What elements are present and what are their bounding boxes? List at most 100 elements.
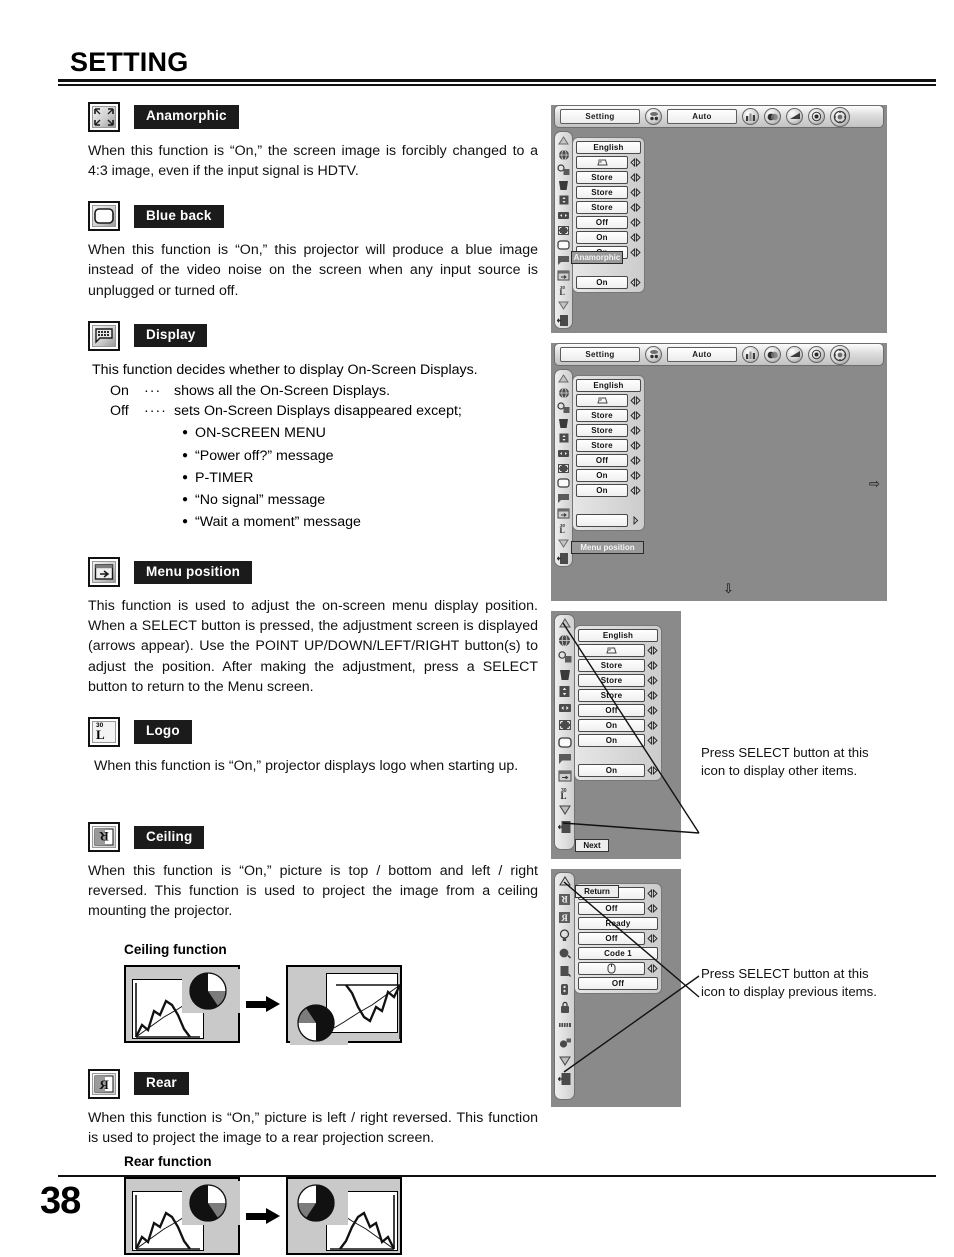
sound-icon[interactable] [808,346,825,363]
horizontal-position-icon[interactable] [556,208,571,222]
left-right-arrow-icon[interactable] [630,277,641,288]
display-menu-icon[interactable] [557,752,572,766]
left-right-arrow-icon[interactable] [647,903,658,914]
left-right-arrow-icon[interactable] [647,660,658,671]
left-right-arrow-icon[interactable] [630,485,641,496]
osd-value-keystone[interactable] [576,394,628,407]
osd-value[interactable]: On [578,764,645,777]
osd-value-mouse[interactable] [578,962,645,975]
osd-value[interactable]: Off [578,704,645,717]
left-right-arrow-icon[interactable] [647,735,658,746]
osd-value[interactable]: Ready [578,917,658,930]
left-right-arrow-icon[interactable] [647,645,658,656]
horizontal-position-icon[interactable] [556,446,571,460]
anamorphic-menu-icon[interactable] [556,223,571,237]
vertical-position-icon[interactable] [557,684,572,698]
osd-value[interactable]: Off [576,454,628,467]
left-right-arrow-icon[interactable] [630,455,641,466]
left-right-arrow-icon[interactable] [630,202,641,213]
rear-menu-icon[interactable]: R [557,910,572,924]
screen-icon[interactable] [786,108,803,125]
scroll-up-icon[interactable] [557,616,572,630]
quit-icon[interactable] [557,820,572,834]
display-menu-icon[interactable] [556,491,571,505]
osd-value[interactable]: On [578,734,645,747]
menu-position-menu-icon[interactable] [556,268,571,282]
left-right-arrow-icon[interactable] [630,395,641,406]
quit-icon[interactable] [556,551,571,565]
lamp-trash-icon[interactable] [556,416,571,430]
osd-setting-button[interactable]: Setting [560,347,640,362]
scroll-down-icon[interactable] [556,298,571,312]
left-right-arrow-icon[interactable] [630,425,641,436]
logo-menu-icon[interactable]: 30 L [556,521,571,535]
language-globe-icon[interactable] [556,386,571,400]
logo-menu-icon[interactable]: 30 L [557,786,572,800]
osd-value[interactable]: Store [576,424,628,437]
security-lock-icon[interactable] [557,1000,572,1014]
osd-value[interactable]: Store [576,439,628,452]
blue-back-menu-icon[interactable] [556,476,571,490]
osd-value[interactable]: English [576,379,641,392]
osd-value[interactable]: Store [578,674,645,687]
language-globe-icon[interactable] [557,633,572,647]
lamp-trash-icon[interactable] [556,178,571,192]
scroll-up-icon[interactable] [557,874,572,888]
osd-value[interactable]: On [576,469,628,482]
menu-position-menu-icon[interactable] [557,769,572,783]
left-right-arrow-icon[interactable] [630,247,641,258]
horizontal-position-icon[interactable] [557,701,572,715]
keystone-icon[interactable] [556,163,571,177]
scroll-down-icon[interactable] [557,803,572,817]
left-right-arrow-icon[interactable] [647,765,658,776]
color-adjust-icon[interactable] [764,346,781,363]
right-arrow-icon[interactable] [630,515,641,526]
osd-value[interactable]: On [576,484,628,497]
blue-back-menu-icon[interactable] [557,735,572,749]
left-right-arrow-icon[interactable] [630,470,641,481]
osd-value[interactable]: Store [576,186,628,199]
left-right-arrow-icon[interactable] [630,187,641,198]
display-menu-icon[interactable] [556,253,571,267]
scroll-up-icon[interactable] [556,133,571,147]
remote-icon[interactable] [645,108,662,125]
screen-icon[interactable] [786,346,803,363]
osd-value-keystone[interactable] [578,644,645,657]
osd-value[interactable]: Store [576,171,628,184]
left-right-arrow-icon[interactable] [630,440,641,451]
image-level-icon[interactable] [742,346,759,363]
left-right-arrow-icon[interactable] [647,675,658,686]
ceiling-menu-icon[interactable]: R [557,892,572,906]
osd-value[interactable]: Store [578,689,645,702]
osd-value[interactable]: Off [578,932,645,945]
osd-auto-button[interactable]: Auto [667,347,737,362]
osd-value[interactable]: Off [578,977,658,990]
keystone-icon[interactable] [557,650,572,664]
osd-value[interactable]: On [576,276,628,289]
left-right-arrow-icon[interactable] [630,172,641,183]
remote-icon[interactable] [645,346,662,363]
color-adjust-icon[interactable] [764,108,781,125]
anamorphic-menu-icon[interactable] [557,718,572,732]
left-right-arrow-icon[interactable] [647,888,658,899]
osd-value[interactable]: Off [576,216,628,229]
scroll-down-icon[interactable] [556,536,571,550]
osd-value[interactable]: English [578,629,658,642]
blue-back-menu-icon[interactable] [556,238,571,252]
left-right-arrow-icon[interactable] [630,157,641,168]
osd-value[interactable]: Store [576,409,628,422]
lamp-trash-icon[interactable] [557,667,572,681]
vertical-position-icon[interactable] [556,193,571,207]
language-globe-icon[interactable] [556,148,571,162]
left-right-arrow-icon[interactable] [647,720,658,731]
logo-menu-icon[interactable]: 30 L [556,283,571,297]
vertical-position-icon[interactable] [556,431,571,445]
scroll-up-icon[interactable] [556,371,571,385]
osd-value[interactable]: Store [576,201,628,214]
anamorphic-menu-icon[interactable] [556,461,571,475]
left-right-arrow-icon[interactable] [647,705,658,716]
osd-auto-button[interactable]: Auto [667,109,737,124]
setting-gear-icon[interactable] [830,106,850,127]
lamp-mode-icon[interactable] [557,928,572,942]
left-right-arrow-icon[interactable] [647,933,658,944]
